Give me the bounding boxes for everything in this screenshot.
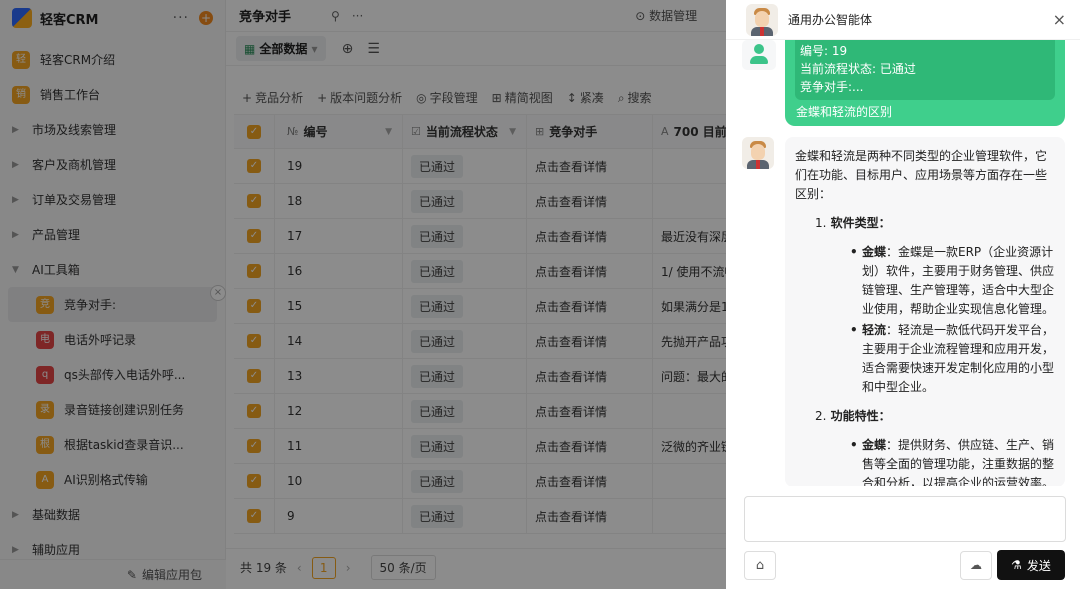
chat-title: 通用办公智能体 — [788, 13, 873, 27]
send-label: 发送 — [1026, 558, 1051, 573]
quote-line: 竞争对手:... — [800, 80, 864, 94]
section-number: 1. — [815, 216, 827, 230]
answer-bullet: 金蝶：提供财务、供应链、生产、销售等全面的管理功能，注重数据的整合和分析，以提高… — [815, 436, 1055, 486]
answer-section: 1. 软件类型： 金蝶：金蝶是一款ERP（企业资源计划）软件，主要用于财务管理、供… — [795, 214, 1055, 397]
bullet-text: ：提供财务、供应链、生产、销售等全面的管理功能，注重数据的整合和分析，以提高企业… — [862, 438, 1055, 486]
close-icon[interactable]: × — [1053, 10, 1066, 29]
assistant-intro: 金蝶和轻流是两种不同类型的企业管理软件，它们在功能、目标用户、应用场景等方面存在… — [795, 149, 1048, 201]
quote-line: 当前流程状态: 已通过 — [800, 62, 916, 76]
quote-line: 编号: 19 — [800, 44, 848, 58]
answer-section: 2. 功能特性： 金蝶：提供财务、供应链、生产、销售等全面的管理功能，注重数据的整… — [795, 407, 1055, 486]
chat-panel: 通用办公智能体 × 编号: 19 当前流程状态: 已通过 竞争对手:... 金蝶… — [726, 0, 1080, 589]
modal-overlay[interactable] — [0, 0, 726, 589]
bullet-text: ：轻流是一款低代码开发平台，主要用于企业流程管理和应用开发，适合需要快速开发定制… — [862, 323, 1055, 394]
send-button[interactable]: ⚗ 发送 — [997, 550, 1065, 580]
section-number: 2. — [815, 409, 827, 423]
user-question: 金蝶和轻流的区别 — [796, 105, 893, 119]
section-title: 功能特性 — [830, 409, 879, 423]
message-list[interactable]: 编号: 19 当前流程状态: 已通过 竞争对手:... 金蝶和轻流的区别 金蝶和… — [726, 40, 1080, 486]
quoted-record: 编号: 19 当前流程状态: 已通过 竞争对手:... — [795, 40, 1055, 100]
chat-input[interactable] — [744, 496, 1066, 542]
section-heading: 1. 软件类型： — [815, 216, 891, 230]
bullet-name: 轻流 — [862, 323, 887, 337]
brush-icon[interactable]: ⌂ — [744, 551, 776, 580]
assistant-bubble: 金蝶和轻流是两种不同类型的企业管理软件，它们在功能、目标用户、应用场景等方面存在… — [785, 137, 1065, 486]
send-icon: ⚗ — [1011, 558, 1022, 572]
user-avatar — [742, 40, 776, 70]
bullet-name: 金蝶 — [862, 245, 887, 259]
upload-icon[interactable]: ☁ — [960, 551, 992, 580]
bullet-name: 金蝶 — [862, 438, 887, 452]
chat-header: 通用办公智能体 × — [726, 0, 1080, 40]
section-title: 软件类型 — [830, 216, 879, 230]
answer-bullet: 金蝶：金蝶是一款ERP（企业资源计划）软件，主要用于财务管理、供应链管理、生产管… — [815, 243, 1055, 319]
user-bubble: 编号: 19 当前流程状态: 已通过 竞争对手:... 金蝶和轻流的区别 — [785, 40, 1065, 126]
answer-bullet: 轻流：轻流是一款低代码开发平台，主要用于企业流程管理和应用开发，适合需要快速开发… — [815, 321, 1055, 397]
assistant-avatar — [742, 137, 774, 169]
assistant-avatar — [746, 3, 778, 36]
section-heading: 2. 功能特性： — [815, 409, 891, 423]
bullet-text: ：金蝶是一款ERP（企业资源计划）软件，主要用于财务管理、供应链管理、生产管理等… — [862, 245, 1055, 316]
